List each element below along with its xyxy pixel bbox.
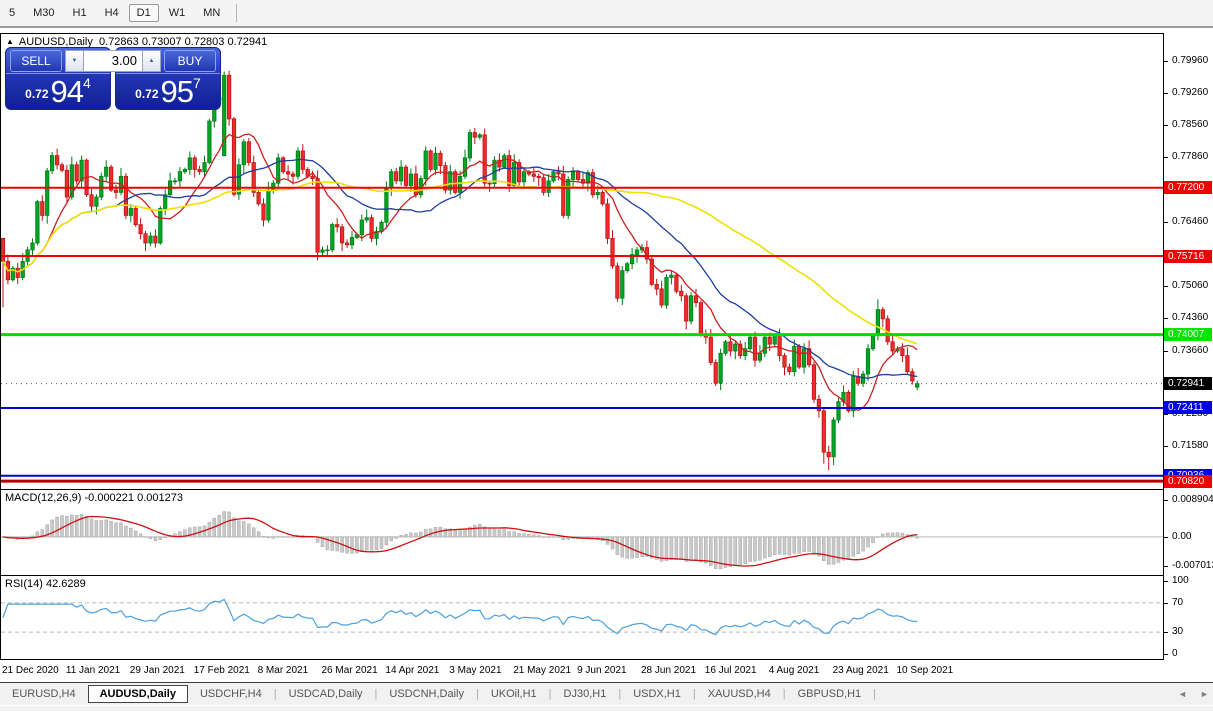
price-tick-label: 0.79960 [1164, 55, 1213, 67]
timeframe-MN[interactable]: MN [195, 4, 228, 22]
timeframe-D1[interactable]: D1 [129, 4, 159, 22]
macd-value-signal: 0.001273 [137, 492, 183, 504]
date-label: 29 Jan 2021 [130, 665, 185, 676]
rsi-tick-label: 0 [1164, 648, 1213, 660]
tab-scroll-right-icon[interactable]: ► [1200, 689, 1209, 699]
rsi-pane[interactable]: RSI(14) 42.6289 [0, 575, 1164, 660]
date-label: 17 Feb 2021 [194, 665, 250, 676]
date-label: 11 Jan 2021 [66, 665, 120, 676]
price-tick-label: 0.79260 [1164, 87, 1213, 99]
sell-price-prefix: 0.72 [25, 87, 48, 101]
price-tick-label: 0.75060 [1164, 280, 1213, 292]
tab-scroll-left-icon[interactable]: ◄ [1178, 689, 1187, 699]
rsi-label: RSI(14) 42.6289 [5, 578, 86, 590]
price-tick-label: 0.76460 [1164, 216, 1213, 228]
macd-label: MACD(12,26,9) -0.000221 0.001273 [5, 492, 183, 504]
volume-increase-button[interactable]: ▲ [142, 50, 161, 72]
buy-price-sup: 7 [193, 75, 201, 91]
chart-tab-xauusd-h4[interactable]: XAUUSD,H4 [696, 685, 783, 703]
buy-price-big: 95 [161, 74, 193, 109]
date-label: 8 Mar 2021 [258, 665, 309, 676]
chart-tab-dj30-h1[interactable]: DJ30,H1 [552, 685, 619, 703]
rsi-chart [1, 576, 1163, 659]
price-level-badge: 0.77200 [1164, 181, 1212, 194]
chart-tab-audusd-daily[interactable]: AUDUSD,Daily [88, 685, 188, 703]
rsi-tick-label: 70 [1164, 597, 1213, 609]
date-label: 28 Jun 2021 [641, 665, 696, 676]
price-level-badge: 0.72941 [1164, 377, 1212, 390]
timeframe-W1[interactable]: W1 [161, 4, 194, 22]
timeframe-H4[interactable]: H4 [97, 4, 127, 22]
price-level-badge: 0.70820 [1164, 475, 1212, 488]
rsi-tick-label: 100 [1164, 575, 1213, 587]
volume-input[interactable]: 3.00 [84, 50, 142, 72]
macd-pane[interactable]: MACD(12,26,9) -0.000221 0.001273 [0, 489, 1164, 576]
date-label: 3 May 2021 [449, 665, 501, 676]
sell-price-sup: 4 [83, 75, 91, 91]
chart-tab-bar: EURUSD,H4AUDUSD,DailyUSDCHF,H4 | USDCAD,Da… [0, 682, 1213, 705]
main-chart-pane[interactable]: ▲AUDUSD,Daily 0.72863 0.73007 0.72803 0.… [0, 33, 1164, 490]
macd-tick-label: -0.007013 [1164, 560, 1213, 572]
chevron-down-icon: ▼ [72, 58, 78, 64]
chart-tab-ukoil-h1[interactable]: UKOil,H1 [479, 685, 549, 703]
price-level-badge: 0.74007 [1164, 328, 1212, 341]
buy-button[interactable]: BUY [164, 50, 216, 72]
window-bottom-strip [0, 705, 1213, 711]
date-label: 4 Aug 2021 [769, 665, 820, 676]
timeframe-5[interactable]: 5 [1, 4, 23, 22]
timeframe-M30[interactable]: M30 [25, 4, 62, 22]
date-axis[interactable]: 21 Dec 2020 11 Jan 2021 29 Jan 2021 17 Feb … [0, 660, 1164, 682]
date-label: 10 Sep 2021 [897, 665, 954, 676]
volume-control: ▼ 3.00 ▲ [65, 50, 161, 72]
chart-tab-usdchf-h4[interactable]: USDCHF,H4 [188, 685, 274, 703]
rsi-tick-label: 30 [1164, 626, 1213, 638]
one-click-trading-panel: SELL ▼ 3.00 ▲ BUY 0.72944 0.72957 [5, 47, 221, 110]
price-tick-label: 0.71580 [1164, 440, 1213, 452]
price-tick-label: 0.77860 [1164, 151, 1213, 163]
sell-price-big: 94 [51, 74, 83, 109]
macd-value-main: -0.000221 [84, 492, 134, 504]
buy-price-prefix: 0.72 [135, 87, 158, 101]
price-tick-label: 0.78560 [1164, 119, 1213, 131]
macd-tick-label: 0.008904 [1164, 494, 1213, 506]
sell-button[interactable]: SELL [10, 50, 62, 72]
chart-tab-gbpusd-h1[interactable]: GBPUSD,H1 [786, 685, 874, 703]
chart-tab-usdcad-daily[interactable]: USDCAD,Daily [277, 685, 375, 703]
date-label: 23 Aug 2021 [833, 665, 889, 676]
chart-tab-usdcnh-daily[interactable]: USDCNH,Daily [377, 685, 476, 703]
price-tick-label: 0.73660 [1164, 345, 1213, 357]
collapse-panel-icon[interactable]: ▲ [6, 37, 14, 46]
rsi-value: 42.6289 [46, 578, 86, 590]
price-level-badge: 0.75716 [1164, 250, 1212, 263]
chart-tab-eurusd-h4[interactable]: EURUSD,H4 [0, 685, 88, 703]
chart-tab-usdx-h1[interactable]: USDX,H1 [621, 685, 693, 703]
toolbar-separator [236, 4, 237, 22]
timeframe-toolbar: 5M30H1H4D1W1MN [0, 0, 1213, 28]
price-level-badge: 0.72411 [1164, 401, 1212, 414]
volume-decrease-button[interactable]: ▼ [65, 50, 84, 72]
date-label: 21 Dec 2020 [2, 665, 59, 676]
tab-separator: | [873, 688, 876, 700]
buy-price[interactable]: 0.72957 [116, 73, 220, 108]
mt4-window: 5M30H1H4D1W1MN ▲AUDUSD,Daily 0.72863 0.7… [0, 0, 1213, 711]
sell-price[interactable]: 0.72944 [6, 73, 110, 108]
date-label: 26 Mar 2021 [322, 665, 378, 676]
date-label: 16 Jul 2021 [705, 665, 757, 676]
timeframe-H1[interactable]: H1 [65, 4, 95, 22]
date-label: 9 Jun 2021 [577, 665, 627, 676]
date-label: 14 Apr 2021 [385, 665, 439, 676]
price-tick-label: 0.74360 [1164, 312, 1213, 324]
macd-tick-label: 0.00 [1164, 531, 1213, 543]
date-label: 21 May 2021 [513, 665, 571, 676]
price-axis[interactable]: 0.79960 0.79260 0.78560 0.77860 0.76460 0.750… [1164, 33, 1213, 660]
chevron-up-icon: ▲ [149, 58, 155, 64]
